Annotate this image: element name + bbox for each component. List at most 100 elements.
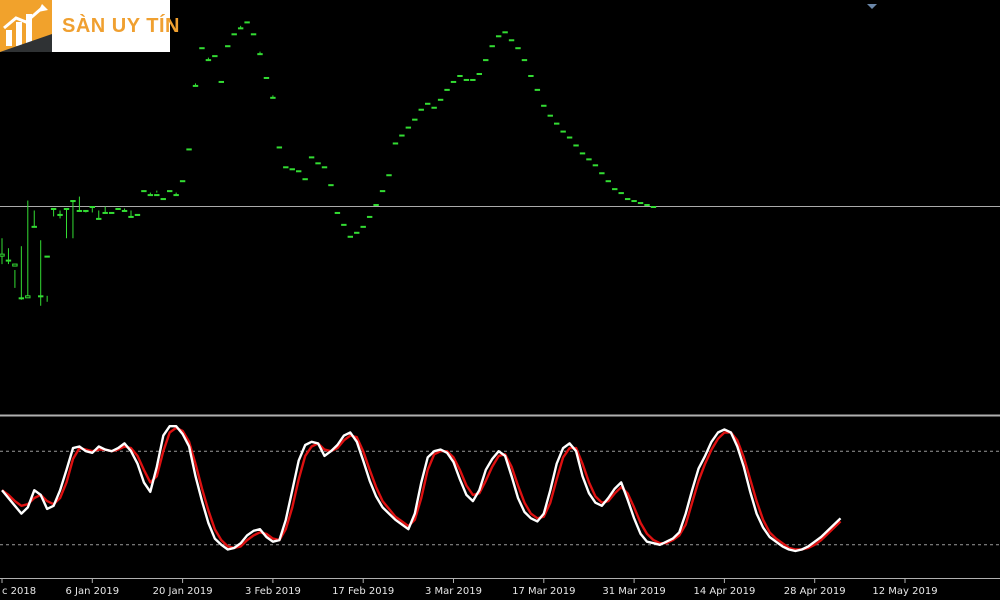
candle [63, 207, 70, 239]
scroll-marker-icon[interactable] [867, 4, 877, 9]
candle-body [579, 152, 586, 155]
candle [173, 192, 179, 197]
candle-body [508, 39, 515, 42]
candle [515, 47, 521, 50]
candle-body [225, 45, 231, 48]
candle [212, 55, 218, 58]
candle-body [599, 172, 605, 175]
candle-body [437, 98, 444, 101]
candle [534, 88, 541, 91]
candle-body [637, 202, 644, 205]
candle [405, 126, 412, 129]
candle-body [644, 204, 650, 207]
candle-body [205, 59, 212, 62]
candle [508, 39, 515, 42]
candle-body [386, 174, 392, 177]
candle-body [495, 35, 502, 38]
candle [328, 184, 334, 187]
candle-body [115, 207, 121, 210]
candle-body [263, 76, 270, 79]
candle [205, 57, 212, 62]
candle-body [592, 164, 599, 167]
candle-body [541, 104, 547, 107]
candle [50, 207, 57, 217]
candle [270, 95, 276, 99]
candle [631, 200, 637, 203]
candle-body [360, 225, 366, 228]
candle [489, 45, 495, 48]
candle [83, 209, 89, 213]
logo: SÀN UY TÍN [0, 0, 179, 52]
candle [31, 210, 37, 228]
x-tick-label: 20 Jan 2019 [153, 586, 213, 597]
candle-body [250, 33, 257, 36]
candle-body [0, 253, 5, 257]
candle-body [612, 188, 618, 191]
candle-body [618, 192, 624, 195]
x-tick-label: 3 Mar 2019 [425, 586, 482, 597]
candle [179, 180, 186, 183]
candle [579, 152, 586, 155]
candle-body [405, 126, 412, 129]
candle [289, 168, 295, 171]
candle-body [296, 170, 302, 173]
candle [321, 166, 328, 169]
candle [192, 83, 199, 87]
candle-body [431, 106, 437, 109]
candle [341, 223, 347, 226]
candle [296, 170, 302, 173]
candle-body [463, 78, 470, 81]
candle [547, 114, 553, 117]
candle [573, 144, 579, 147]
candle [218, 80, 225, 83]
brand-text: SÀN UY TÍN [62, 14, 180, 37]
candle-body [50, 207, 57, 210]
candle [618, 192, 624, 195]
candle-body [470, 78, 476, 81]
candle [276, 146, 283, 149]
candle [12, 263, 18, 288]
candle-body [83, 209, 89, 212]
x-tick-label: 17 Mar 2019 [512, 586, 575, 597]
candle [0, 238, 5, 265]
candle-body [218, 80, 225, 83]
candle-body [102, 211, 108, 214]
candle-body [412, 118, 418, 121]
candle-body [96, 217, 102, 220]
candle [386, 174, 392, 177]
candle-body [528, 74, 534, 77]
candle [366, 215, 373, 218]
candle [360, 225, 366, 228]
candle [418, 108, 424, 111]
candle-body [392, 142, 399, 145]
candle-body [483, 59, 489, 62]
candle [566, 136, 573, 139]
candle [528, 74, 534, 77]
candle [450, 80, 457, 83]
candle [141, 190, 147, 193]
candle [154, 190, 160, 197]
candle-body [44, 255, 50, 258]
candle [199, 47, 205, 50]
candle-body [167, 190, 173, 193]
candle-body [547, 114, 553, 117]
candle [44, 255, 50, 302]
candle-body [586, 158, 592, 161]
candle [495, 35, 502, 38]
price-panel [0, 21, 1000, 306]
candle [624, 198, 631, 201]
candle [5, 248, 12, 265]
candle [605, 180, 611, 183]
x-tick-label: 31 Mar 2019 [602, 586, 665, 597]
candle-body [192, 84, 199, 87]
candle-body [57, 213, 63, 216]
candle-body [515, 47, 521, 50]
candle-body [5, 259, 12, 262]
candle-body [89, 206, 95, 208]
candle-body [650, 206, 657, 208]
candle-body [457, 74, 463, 77]
candle-body [212, 55, 218, 58]
x-tick-label: 28 Apr 2019 [784, 586, 846, 597]
candle-body [173, 194, 179, 197]
candle [612, 188, 618, 191]
